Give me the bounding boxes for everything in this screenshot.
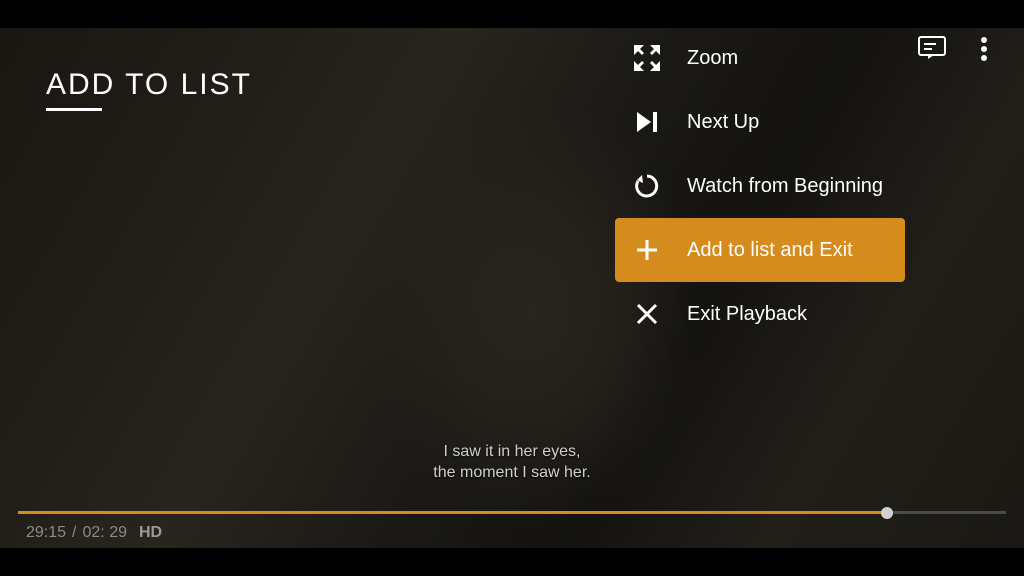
subtitle-line-2: the moment I saw her. — [433, 462, 590, 484]
time-display: 29:15 / 02: 29 HD — [26, 524, 162, 542]
playback-menu: Zoom Next Up Watch from Beginning Add to — [615, 26, 905, 346]
quality-badge: HD — [139, 524, 162, 542]
menu-item-exit-playback[interactable]: Exit Playback — [615, 282, 905, 346]
menu-item-label: Exit Playback — [687, 303, 807, 326]
progress-thumb[interactable] — [881, 507, 893, 519]
top-icon-bar — [918, 36, 988, 62]
menu-item-watch-from-beginning[interactable]: Watch from Beginning — [615, 154, 905, 218]
menu-item-label: Zoom — [687, 47, 738, 70]
menu-item-next-up[interactable]: Next Up — [615, 90, 905, 154]
elapsed-time: 29:15 — [26, 524, 66, 542]
progress-fill — [18, 511, 887, 514]
menu-item-label: Next Up — [687, 111, 759, 134]
close-icon — [631, 298, 663, 330]
progress-bar[interactable] — [18, 511, 1006, 514]
menu-item-add-to-list-exit[interactable]: Add to list and Exit — [615, 218, 905, 282]
more-options-icon[interactable] — [980, 36, 988, 62]
menu-item-zoom[interactable]: Zoom — [615, 26, 905, 90]
plus-icon — [631, 234, 663, 266]
zoom-icon — [631, 42, 663, 74]
page-title: ADD TO LIST — [46, 68, 252, 102]
remaining-time: 02: 29 — [83, 524, 127, 542]
rewind-icon — [631, 170, 663, 202]
subtitle-line-1: I saw it in her eyes, — [433, 441, 590, 463]
menu-item-label: Add to list and Exit — [687, 239, 853, 262]
title-underline — [46, 108, 102, 111]
menu-item-label: Watch from Beginning — [687, 175, 883, 198]
next-icon — [631, 106, 663, 138]
subtitle-text: I saw it in her eyes, the moment I saw h… — [433, 441, 590, 484]
subtitles-icon[interactable] — [918, 36, 946, 62]
